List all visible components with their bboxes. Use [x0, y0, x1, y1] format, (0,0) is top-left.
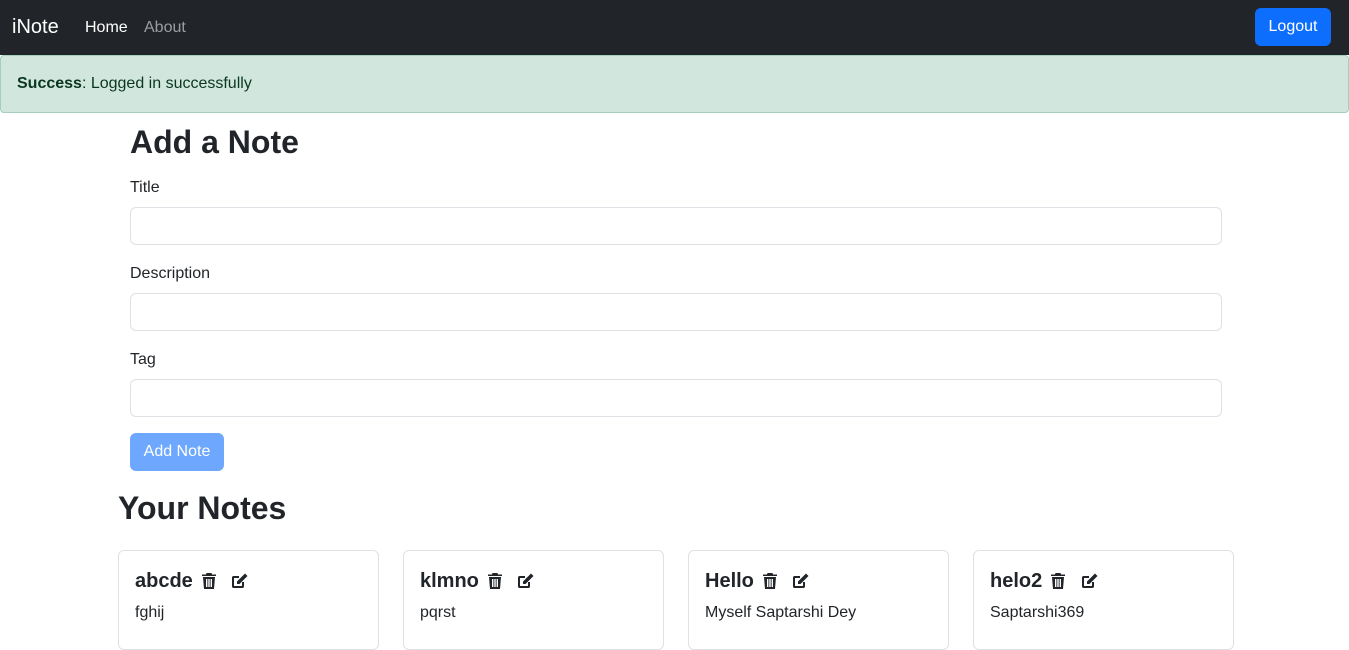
- note-description: Myself Saptarshi Dey: [705, 604, 857, 621]
- nav-link-about[interactable]: About: [144, 18, 186, 38]
- alert-message: : Logged in successfully: [81, 75, 252, 92]
- edit-icon[interactable]: [231, 572, 249, 590]
- note-title-row: helo2: [990, 569, 1098, 593]
- brand-logo[interactable]: iNote: [12, 15, 59, 39]
- title-input[interactable]: [130, 207, 1222, 245]
- description-label: Description: [130, 265, 211, 282]
- navbar: iNote Home About Logout: [0, 0, 1349, 55]
- note-title: abcde: [135, 570, 193, 592]
- tag-input[interactable]: [130, 379, 1222, 417]
- edit-icon[interactable]: [1080, 572, 1098, 590]
- note-card: Hello Myself Saptarshi Dey: [688, 550, 949, 650]
- tag-label: Tag: [130, 351, 156, 368]
- alert-type: Success: [17, 75, 82, 92]
- note-description: fghij: [135, 604, 165, 621]
- trash-icon[interactable]: [486, 572, 504, 590]
- trash-icon[interactable]: [200, 572, 218, 590]
- note-card: helo2 Saptarshi369: [973, 550, 1234, 650]
- edit-icon[interactable]: [517, 572, 535, 590]
- note-title-row: Hello: [705, 569, 810, 593]
- trash-icon[interactable]: [1049, 572, 1067, 590]
- edit-icon[interactable]: [792, 572, 810, 590]
- your-notes-heading: Your Notes: [118, 490, 287, 526]
- description-input[interactable]: [130, 293, 1222, 331]
- success-alert: Success: Logged in successfully: [0, 55, 1349, 113]
- note-title-row: klmno: [420, 569, 535, 593]
- title-label: Title: [130, 179, 160, 196]
- note-title: Hello: [705, 570, 754, 592]
- add-note-heading: Add a Note: [130, 124, 299, 160]
- nav-link-home[interactable]: Home: [85, 18, 128, 38]
- logout-button[interactable]: Logout: [1255, 8, 1331, 46]
- note-card: klmno pqrst: [403, 550, 664, 650]
- note-card: abcde fghij: [118, 550, 379, 650]
- add-note-button[interactable]: Add Note: [130, 433, 224, 471]
- note-description: pqrst: [420, 604, 456, 621]
- note-title: klmno: [420, 570, 479, 592]
- note-description: Saptarshi369: [990, 604, 1085, 621]
- note-title: helo2: [990, 570, 1043, 592]
- trash-icon[interactable]: [761, 572, 779, 590]
- note-title-row: abcde: [135, 569, 249, 593]
